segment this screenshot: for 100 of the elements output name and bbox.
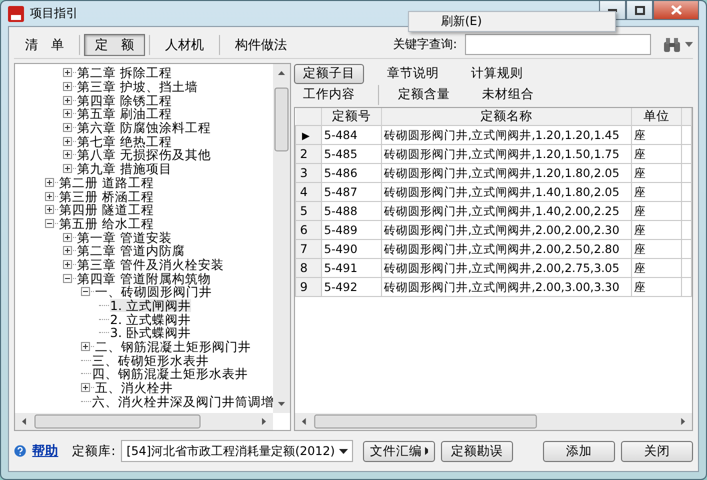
column-header: 定额名称 [382, 108, 632, 126]
help-link[interactable]: 帮助 [32, 442, 58, 460]
expand-icon[interactable] [45, 192, 54, 201]
tree-item[interactable]: 1. 立式闸阀井 [110, 299, 191, 312]
expand-icon[interactable] [63, 136, 72, 146]
table-cell: 5-487 [322, 182, 382, 202]
expand-icon[interactable] [63, 164, 72, 174]
action-button[interactable]: 添加 [543, 440, 615, 462]
row-number: 3 [299, 166, 308, 180]
library-select[interactable]: [54]河北省市政工程消耗量定额(2012) [121, 440, 353, 462]
detail-tab[interactable]: 定额含量 [389, 84, 459, 104]
tree-item[interactable]: 第四章 管道附属构筑物 [77, 272, 211, 285]
row-number: 5 [299, 204, 308, 218]
expand-icon[interactable] [63, 232, 72, 242]
row-number: 8 [299, 261, 308, 275]
table-cell: 砖砌圆形阀门井,立式闸阀井,2.00,2.00,2.30 [382, 220, 632, 240]
close-button[interactable] [653, 1, 699, 20]
dropdown-caret-icon [339, 448, 348, 454]
action-button[interactable]: 定额勘误 [441, 440, 513, 462]
table-cell: 5-485 [322, 144, 382, 164]
expand-icon[interactable] [81, 383, 90, 392]
expand-icon[interactable] [63, 109, 72, 118]
tree-item[interactable]: 第一章 管道安装 [77, 230, 172, 244]
table-cell: 5-490 [322, 240, 382, 258]
help-icon[interactable] [14, 443, 26, 459]
submenu-arrow-icon [425, 447, 428, 455]
table-cell: 5-486 [322, 164, 382, 182]
expand-icon[interactable] [63, 246, 72, 256]
toolbar-tab[interactable]: 构件做法 [224, 34, 298, 56]
horizontal-scrollbar[interactable] [15, 413, 273, 430]
tree-item[interactable]: 四、钢筋混凝土矩形水表井 [92, 367, 248, 380]
menu-item[interactable]: 刷新(E) [441, 13, 482, 30]
collapse-icon[interactable] [45, 218, 54, 228]
vertical-scrollbar[interactable] [273, 64, 290, 413]
detail-tab[interactable]: 工作内容 [294, 84, 364, 104]
tree-item[interactable]: 第三章 管件及消火栓安装 [77, 258, 224, 271]
tree-item[interactable]: 三、砖砌矩形水表井 [92, 354, 209, 367]
expand-icon[interactable] [63, 96, 72, 105]
table-cell: 座 [632, 182, 682, 202]
tree-item[interactable]: 第四册 隧道工程 [59, 203, 154, 216]
tree-item[interactable]: 2. 立式蝶阀井 [110, 312, 191, 326]
table-cell: 座 [632, 258, 682, 278]
collapse-icon[interactable] [81, 287, 90, 296]
column-header: 单位 [632, 108, 682, 126]
detail-tab[interactable]: 章节说明 [378, 64, 448, 84]
table-cell: 座 [632, 126, 682, 144]
toolbar-tab[interactable]: 人材机 [154, 34, 215, 56]
close-icon [670, 5, 682, 15]
expand-icon[interactable] [45, 178, 54, 187]
tree-item[interactable]: 3. 卧式蝶阀井 [110, 326, 191, 340]
tree-item[interactable]: 第七章 绝热工程 [77, 134, 172, 148]
toolbar-tab[interactable]: 清 单 [14, 34, 75, 56]
tree-item[interactable]: 五、消火栓井 [95, 381, 173, 394]
tree-item[interactable]: 第九章 措施项目 [77, 162, 172, 176]
binoculars-icon[interactable] [663, 36, 681, 52]
table-cell: 座 [632, 240, 682, 258]
table-cell: 砖砌圆形阀门井,立式闸阀井,1.20,1.20,1.45 [382, 126, 632, 144]
table-cell: 砖砌圆形阀门井,立式闸阀井,2.00,2.50,2.80 [382, 240, 632, 258]
tree-item[interactable]: 一、砖砌圆形阀门井 [95, 285, 212, 298]
search-field[interactable] [465, 34, 651, 55]
collapse-icon[interactable] [63, 274, 72, 283]
action-button[interactable]: 关闭 [621, 440, 693, 462]
maximize-icon [634, 6, 644, 14]
tree-item[interactable]: 六、消火栓井深及阀门井筒调增 [92, 394, 273, 408]
tree-item[interactable]: 第四章 除锈工程 [77, 94, 172, 107]
tree-item[interactable]: 第三章 护坡、挡土墙 [77, 80, 198, 94]
tree-item[interactable]: 第二册 道路工程 [59, 176, 154, 189]
row-number: 6 [299, 223, 308, 237]
action-button[interactable]: 文件汇编 [363, 440, 435, 462]
table-cell: 座 [632, 144, 682, 164]
expand-icon[interactable] [81, 342, 90, 352]
horizontal-scrollbar[interactable] [295, 413, 692, 430]
detail-tab[interactable]: 定额子目 [294, 64, 364, 84]
dropdown-caret-icon[interactable] [685, 42, 693, 47]
window-title: 项目指引 [30, 5, 78, 22]
tree-item[interactable]: 二、钢筋混凝土矩形阀门井 [95, 340, 251, 354]
row-number: 4 [299, 185, 308, 199]
table-cell: 5-491 [322, 258, 382, 278]
table-cell: 5-484 [322, 126, 382, 144]
tree-item[interactable]: 第三册 桥涵工程 [59, 190, 154, 203]
tree-item[interactable]: 第二章 管道内防腐 [77, 244, 185, 258]
expand-icon[interactable] [63, 123, 72, 132]
expand-icon[interactable] [63, 82, 72, 92]
table-cell: 5-489 [322, 220, 382, 240]
expand-icon[interactable] [63, 68, 72, 78]
tree-item[interactable]: 第六章 防腐蚀涂料工程 [77, 121, 211, 134]
expand-icon[interactable] [45, 205, 54, 214]
tree-item[interactable]: 第五册 给水工程 [59, 216, 154, 230]
tree-item[interactable]: 第二章 拆除工程 [77, 66, 172, 80]
tree-item[interactable]: 第五章 刷油工程 [77, 107, 172, 120]
expand-icon[interactable] [63, 260, 72, 269]
detail-tab[interactable]: 未材组合 [473, 84, 543, 104]
search-label: 关键字查询: [392, 36, 457, 53]
table-cell: 5-488 [322, 202, 382, 220]
row-number: 9 [299, 280, 308, 294]
toolbar-tab[interactable]: 定 额 [84, 34, 145, 56]
tree-item[interactable]: 第八章 无损探伤及其他 [77, 148, 211, 162]
detail-tab[interactable]: 计算规则 [462, 64, 532, 84]
expand-icon[interactable] [63, 150, 72, 160]
maximize-button[interactable] [626, 1, 653, 20]
